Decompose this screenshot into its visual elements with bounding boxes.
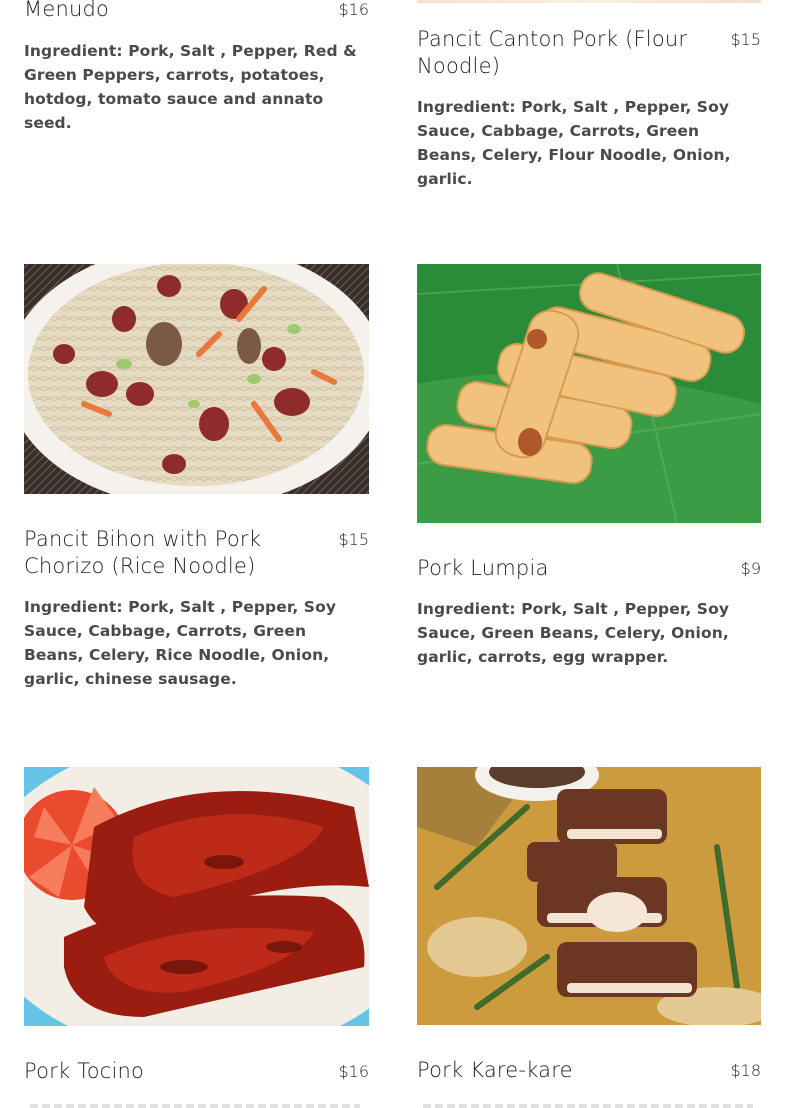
pork-kare-kare-photo[interactable]	[417, 767, 761, 1025]
menu-item-name: Pancit Canton Pork (Flour Noodle)	[417, 27, 688, 78]
menu-item-price: $15	[338, 530, 369, 549]
menu-item-header: Pancit Canton Pork (Flour Noodle) $15	[417, 26, 761, 80]
menu-item-description: Ingredient: Pork, Salt , Pepper, Soy Sau…	[417, 600, 730, 666]
menu-item-price: $9	[740, 559, 761, 578]
menu-item-name: Menudo	[24, 0, 110, 21]
menu-item-description: Ingredient: Pork, Salt , Pepper, Red & G…	[24, 42, 357, 132]
menu-item-header: Pork Tocino $16	[24, 1058, 369, 1085]
menu-item-name: Pork Kare-kare	[417, 1058, 573, 1082]
menu-item-menudo[interactable]: Menudo $16 Ingredient: Pork, Salt , Pepp…	[24, 0, 369, 135]
menu-item-name: Pork Tocino	[24, 1059, 145, 1083]
pork-tocino-photo[interactable]	[24, 767, 369, 1026]
menu-item-price: $15	[730, 30, 761, 49]
menu-item-header: Pancit Bihon with Pork Chorizo (Rice Noo…	[24, 526, 369, 580]
pancit-bihon-photo[interactable]	[24, 264, 369, 494]
menu-item-pork-lumpia[interactable]: Pork Lumpia $9 Ingredient: Pork, Salt , …	[417, 555, 761, 669]
menu-item-header: Pork Kare-kare $18	[417, 1057, 761, 1084]
menu-item-header: Pork Lumpia $9	[417, 555, 761, 582]
menu-page: Menudo $16 Ingredient: Pork, Salt , Pepp…	[0, 0, 785, 1108]
menu-item-header: Menudo $16	[24, 0, 369, 23]
menu-item-description: Ingredient: Pork, Salt , Pepper, Soy Sau…	[24, 598, 337, 688]
truncated-description-line	[423, 1104, 753, 1108]
menu-item-description: Ingredient: Pork, Salt , Pepper, Soy Sau…	[417, 98, 731, 188]
menu-item-price: $16	[338, 1062, 369, 1081]
truncated-description-line	[30, 1104, 360, 1108]
pancit-canton-photo-edge	[417, 0, 761, 3]
menu-item-name: Pork Lumpia	[417, 556, 549, 580]
menu-item-pancit-bihon[interactable]: Pancit Bihon with Pork Chorizo (Rice Noo…	[24, 526, 369, 691]
menu-item-pork-kare-kare[interactable]: Pork Kare-kare $18	[417, 1057, 761, 1084]
menu-item-price: $18	[730, 1061, 761, 1080]
menu-item-price: $16	[338, 0, 369, 19]
menu-item-pancit-canton[interactable]: Pancit Canton Pork (Flour Noodle) $15 In…	[417, 26, 761, 191]
menu-item-name: Pancit Bihon with Pork Chorizo (Rice Noo…	[24, 527, 262, 578]
pork-lumpia-photo[interactable]	[417, 264, 761, 523]
menu-item-pork-tocino[interactable]: Pork Tocino $16	[24, 1058, 369, 1085]
